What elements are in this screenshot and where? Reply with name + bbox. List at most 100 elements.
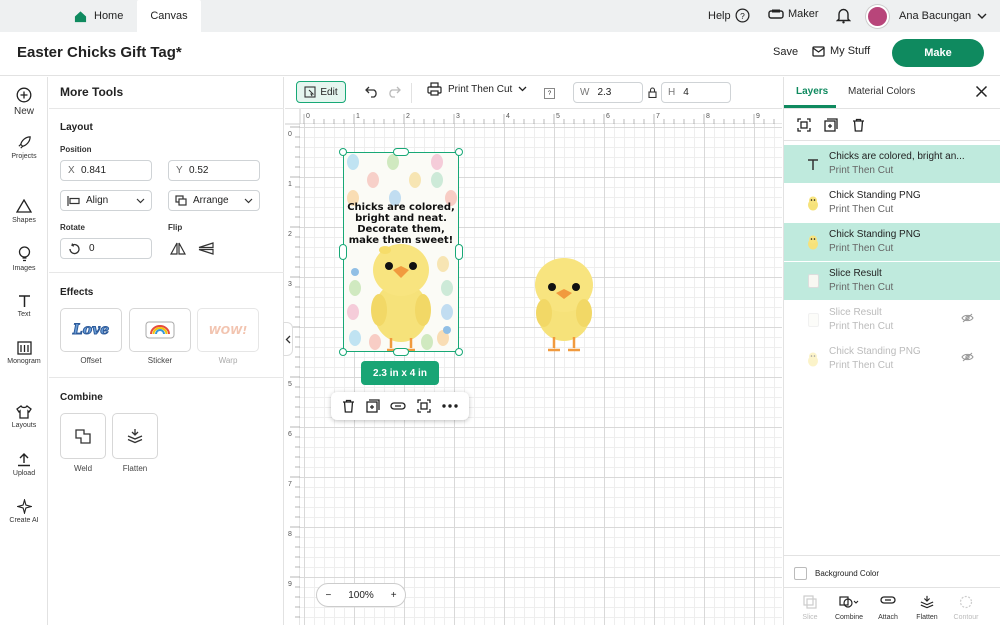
layer-row[interactable]: Slice Result Print Then Cut — [784, 262, 1000, 300]
resize-handle[interactable] — [339, 348, 347, 356]
trash-icon[interactable] — [852, 118, 865, 132]
divider — [49, 377, 284, 378]
flatten-button[interactable]: Flatten — [907, 595, 947, 621]
resize-handle[interactable] — [339, 244, 347, 260]
shirt-icon — [16, 405, 32, 419]
eye-off-icon[interactable] — [961, 352, 974, 365]
layer-row[interactable]: Chick Standing PNG Print Then Cut — [784, 340, 1000, 378]
make-button[interactable]: Make — [892, 39, 984, 67]
layer-row[interactable]: Chicks are colored, bright an... Print Th… — [784, 145, 1000, 183]
layer-row[interactable]: Chick Standing PNG Print Then Cut — [784, 184, 1000, 222]
bell-icon[interactable] — [836, 7, 851, 24]
duplicate-icon[interactable] — [366, 399, 380, 413]
layer-row[interactable]: Chick Standing PNG Print Then Cut — [784, 223, 1000, 261]
resize-handle[interactable] — [339, 148, 347, 156]
h-prefix: H — [668, 87, 676, 98]
redo-icon[interactable] — [387, 86, 401, 98]
layers-panel: Layers Material Colors Chicks are colore… — [783, 77, 1000, 625]
bulb-icon — [18, 246, 30, 262]
rail-monogram[interactable]: Monogram — [0, 341, 48, 365]
rail-upload[interactable]: Upload — [0, 452, 48, 477]
flip-horizontal-icon[interactable] — [170, 242, 186, 255]
project-title[interactable]: Easter Chicks Gift Tag* — [17, 44, 182, 61]
operation-dropdown[interactable]: Print Then Cut — [427, 82, 527, 96]
sticker-label: Sticker — [147, 356, 173, 365]
flip-vertical-icon[interactable] — [198, 242, 214, 255]
chevron-down-icon — [136, 198, 145, 203]
operation-help-icon[interactable]: ? — [544, 88, 555, 99]
position-y-field[interactable]: Y 0.52 — [168, 160, 260, 181]
zoom-out-button[interactable]: − — [325, 590, 331, 601]
ruler-label: 2 — [406, 113, 410, 120]
ruler-label: 5 — [556, 113, 560, 120]
align-dropdown[interactable]: Align — [60, 190, 152, 211]
combine-button[interactable]: Combine — [829, 595, 869, 621]
arrange-icon — [175, 195, 187, 206]
rail-layouts[interactable]: Layouts — [0, 405, 48, 429]
lock-icon[interactable] — [648, 87, 657, 98]
tab-canvas[interactable]: Canvas — [137, 0, 201, 32]
chick-image[interactable] — [532, 253, 596, 353]
background-color-toggle[interactable]: Background Color — [794, 567, 879, 580]
ruler-label: 3 — [288, 281, 292, 288]
resize-handle[interactable] — [393, 148, 409, 156]
group-icon[interactable] — [417, 399, 431, 413]
slice-button[interactable]: Slice — [790, 595, 830, 621]
divider — [49, 108, 284, 109]
ruler-label: 8 — [706, 113, 710, 120]
layer-name: Slice Result — [829, 268, 882, 279]
close-icon[interactable] — [975, 85, 988, 98]
resize-handle[interactable] — [393, 348, 409, 356]
position-x-field[interactable]: X 0.841 — [60, 160, 152, 181]
attach-icon — [880, 595, 896, 611]
rail-new[interactable]: New — [0, 87, 48, 117]
tab-home[interactable]: Home — [66, 0, 136, 32]
offset-card[interactable]: Love — [60, 308, 122, 352]
contour-button[interactable]: Contour — [946, 595, 986, 621]
attach-button[interactable]: Attach — [868, 595, 908, 621]
save-button[interactable]: Save — [773, 46, 798, 58]
machine-selector[interactable]: Maker — [768, 8, 819, 20]
trash-icon[interactable] — [342, 399, 355, 413]
width-field[interactable]: W 2.3 — [573, 82, 643, 103]
layer-row[interactable]: Slice Result Print Then Cut — [784, 301, 1000, 339]
duplicate-icon[interactable] — [824, 118, 838, 132]
group-icon[interactable] — [797, 118, 811, 132]
rail-projects[interactable]: Projects — [0, 135, 48, 160]
rotate-label: Rotate — [60, 223, 85, 232]
rail-shapes[interactable]: Shapes — [0, 199, 48, 224]
warp-card[interactable]: WOW! — [197, 308, 259, 352]
weld-card[interactable] — [60, 413, 106, 459]
arrange-dropdown[interactable]: Arrange — [168, 190, 260, 211]
my-stuff-button[interactable]: My Stuff — [812, 45, 870, 57]
height-field[interactable]: H 4 — [661, 82, 731, 103]
rotate-field[interactable]: 0 — [60, 238, 152, 259]
user-menu[interactable]: Ana Bacungan — [899, 10, 987, 22]
undo-icon[interactable] — [365, 86, 379, 98]
rail-text[interactable]: Text — [0, 294, 48, 318]
resize-handle[interactable] — [455, 244, 463, 260]
collapse-panel-button[interactable] — [283, 322, 293, 356]
sticker-card[interactable] — [129, 308, 191, 352]
zoom-in-button[interactable]: + — [391, 590, 397, 601]
combine-title: Combine — [60, 392, 103, 403]
more-icon[interactable] — [441, 404, 458, 408]
flatten-icon — [127, 429, 143, 444]
background-color-checkbox[interactable] — [794, 567, 807, 580]
rail-create-ai[interactable]: Create AI — [0, 499, 48, 524]
tab-material-colors[interactable]: Material Colors — [848, 86, 915, 97]
eye-off-icon[interactable] — [961, 313, 974, 326]
edit-button[interactable]: Edit — [296, 81, 346, 103]
flatten-card[interactable] — [112, 413, 158, 459]
help-button[interactable]: Help ? — [708, 8, 750, 23]
resize-handle[interactable] — [455, 148, 463, 156]
x-prefix: X — [68, 165, 75, 176]
layer-operation: Print Then Cut — [829, 282, 894, 293]
tab-layers[interactable]: Layers — [796, 86, 828, 97]
attach-icon[interactable] — [390, 401, 407, 411]
avatar[interactable] — [866, 5, 889, 28]
rail-images[interactable]: Images — [0, 246, 48, 272]
selection-box[interactable] — [343, 152, 459, 352]
resize-handle[interactable] — [455, 348, 463, 356]
ruler-label: 0 — [306, 113, 310, 120]
